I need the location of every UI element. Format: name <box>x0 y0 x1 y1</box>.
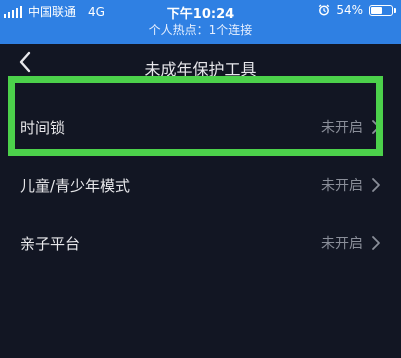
chevron-right-icon <box>372 236 380 250</box>
nav-bar: 未成年保护工具 <box>0 44 401 86</box>
item-label: 儿童/青少年模式 <box>20 176 131 195</box>
item-status: 未开启 <box>321 178 363 194</box>
list-item-parent-platform[interactable]: 亲子平台 未开启 <box>0 214 401 272</box>
settings-list: 时间锁 未开启 儿童/青少年模式 未开启 亲子平台 未开启 <box>0 98 401 272</box>
status-icons: 54% <box>318 3 396 17</box>
battery-icon <box>369 4 396 16</box>
item-label: 时间锁 <box>20 118 66 137</box>
alarm-icon <box>319 4 330 16</box>
hotspot-banner[interactable]: 个人热点：1个连接 <box>0 21 401 38</box>
page-title: 未成年保护工具 <box>144 60 257 79</box>
item-status: 未开启 <box>321 120 363 136</box>
list-item-teen-mode[interactable]: 儿童/青少年模式 未开启 <box>0 156 401 214</box>
item-status: 未开启 <box>321 236 363 252</box>
chevron-right-icon <box>372 120 380 134</box>
list-item-time-lock[interactable]: 时间锁 未开启 <box>0 98 401 156</box>
status-bar: 中国联通 4G 下午10:24 54% 个人热点：1个连接 <box>0 0 401 44</box>
battery-percent: 54% <box>336 3 363 17</box>
item-label: 亲子平台 <box>20 234 81 253</box>
chevron-right-icon <box>372 178 380 192</box>
